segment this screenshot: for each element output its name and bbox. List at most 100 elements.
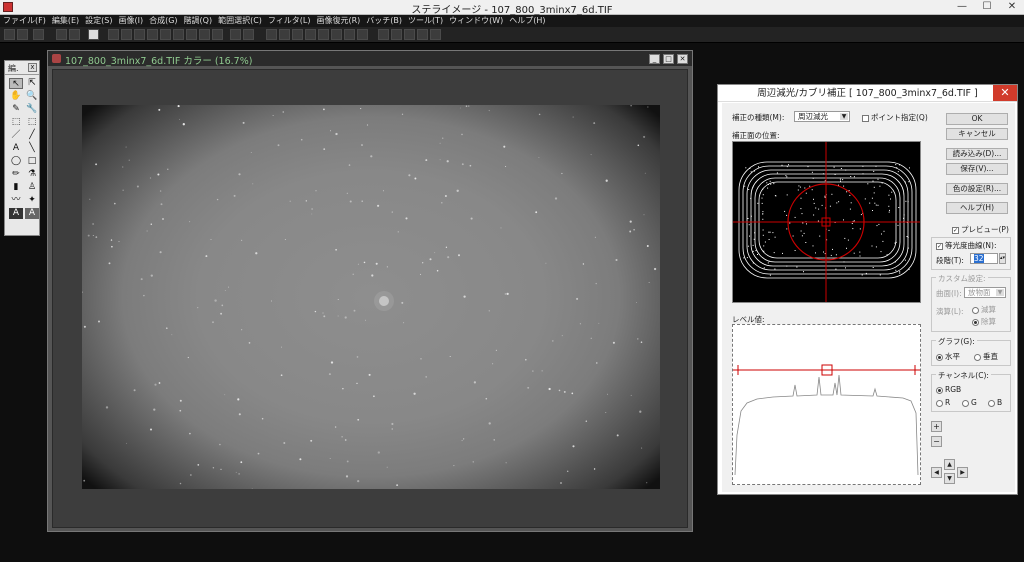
- cancel-button[interactable]: キャンセル: [946, 128, 1008, 140]
- arrow-down-button[interactable]: ▼: [944, 473, 955, 484]
- toolbar-button[interactable]: [417, 29, 428, 40]
- toolbar-button[interactable]: [134, 29, 145, 40]
- tool-palette-close-button[interactable]: x: [28, 63, 37, 72]
- toolbar-button[interactable]: [121, 29, 132, 40]
- toolbar-button[interactable]: [305, 29, 316, 40]
- ellipse-tool-icon[interactable]: ◯: [9, 156, 23, 167]
- steps-input[interactable]: 32: [970, 253, 998, 264]
- diagonal-line-tool-icon[interactable]: ╲: [25, 143, 39, 154]
- dialog-close-button[interactable]: ✕: [993, 85, 1017, 101]
- isophote-checkbox[interactable]: ✓ 等光度曲線(N):: [936, 240, 997, 251]
- toolbar-button[interactable]: [292, 29, 303, 40]
- stamp-tool-icon[interactable]: ♙: [25, 182, 39, 193]
- menu-image[interactable]: 画像(I): [115, 15, 146, 27]
- graph-vertical-radio[interactable]: 垂直: [974, 351, 998, 362]
- bar-tool-icon[interactable]: ▮: [9, 182, 23, 193]
- move-tool-icon[interactable]: ⇱: [25, 78, 39, 89]
- color-settings-button[interactable]: 色の設定(R)...: [946, 183, 1008, 195]
- minus-button[interactable]: −: [931, 436, 942, 447]
- channel-r-radio[interactable]: R: [936, 398, 950, 407]
- level-graph[interactable]: [732, 324, 921, 485]
- ok-button[interactable]: OK: [946, 113, 1008, 125]
- astro-image[interactable]: [82, 105, 660, 489]
- channel-g-radio[interactable]: G: [962, 398, 977, 407]
- minimize-button[interactable]: —: [950, 0, 974, 14]
- arrow-left-button[interactable]: ◀: [931, 467, 942, 478]
- bucket-tool-icon[interactable]: ⚗: [25, 169, 39, 180]
- toolbar-button[interactable]: [318, 29, 329, 40]
- toolbar-button[interactable]: [404, 29, 415, 40]
- info-icon[interactable]: [88, 29, 99, 40]
- menu-help[interactable]: ヘルプ(H): [506, 15, 548, 27]
- menu-filter[interactable]: フィルタ(L): [265, 15, 314, 27]
- calc-subtract-radio[interactable]: 減算: [972, 304, 996, 315]
- menu-window[interactable]: ウィンドウ(W): [446, 15, 506, 27]
- pencil-tool-icon[interactable]: ✏: [9, 169, 23, 180]
- toolbar-button[interactable]: [173, 29, 184, 40]
- hand-tool-icon[interactable]: ✋: [9, 91, 23, 102]
- menu-settings[interactable]: 設定(S): [82, 15, 115, 27]
- toolbar-button[interactable]: [378, 29, 389, 40]
- surface-select[interactable]: 放物面 ▼: [964, 287, 1006, 298]
- toolbar-button[interactable]: [279, 29, 290, 40]
- toolbar-button[interactable]: [230, 29, 241, 40]
- toolbar-button[interactable]: [344, 29, 355, 40]
- toolbar-button[interactable]: [266, 29, 277, 40]
- toolbar-button[interactable]: [69, 29, 80, 40]
- toolbar-button[interactable]: [33, 29, 44, 40]
- toolbar-button[interactable]: [147, 29, 158, 40]
- zoom-tool-icon[interactable]: 🔍: [25, 91, 39, 102]
- toolbar-button[interactable]: [331, 29, 342, 40]
- image-maximize-button[interactable]: □: [663, 54, 674, 64]
- toolbar-button[interactable]: [17, 29, 28, 40]
- toolbar-button[interactable]: [430, 29, 441, 40]
- line-tool-icon[interactable]: ／: [9, 130, 23, 141]
- arrow-up-button[interactable]: ▲: [944, 459, 955, 470]
- correction-type-select[interactable]: 周辺減光 ▼: [794, 111, 850, 122]
- toolbar-button[interactable]: [160, 29, 171, 40]
- menu-composite[interactable]: 合成(G): [146, 15, 180, 27]
- toolbar-button[interactable]: [199, 29, 210, 40]
- crop-tool-icon[interactable]: ⬚: [9, 117, 23, 128]
- point-spec-checkbox[interactable]: ポイント指定(Q): [862, 112, 928, 123]
- menu-tools[interactable]: ツール(T): [405, 15, 446, 27]
- maximize-button[interactable]: ☐: [975, 0, 999, 14]
- marquee-tool-icon[interactable]: ⬚: [25, 117, 39, 128]
- steps-spinner[interactable]: ▴▾: [999, 253, 1006, 264]
- toolbar-button[interactable]: [357, 29, 368, 40]
- select-tool-icon[interactable]: ↖: [9, 78, 23, 89]
- correction-plane-preview[interactable]: [732, 141, 921, 303]
- wrench-tool-icon[interactable]: 🔧: [25, 104, 39, 115]
- save-button[interactable]: 保存(V)...: [946, 163, 1008, 175]
- toolbar-button[interactable]: [56, 29, 67, 40]
- graph-horizontal-radio[interactable]: 水平: [936, 351, 960, 362]
- calc-divide-radio[interactable]: 除算: [972, 316, 996, 327]
- line2-tool-icon[interactable]: ╱: [25, 130, 39, 141]
- menu-range-select[interactable]: 範囲選択(C): [215, 15, 265, 27]
- channel-b-radio[interactable]: B: [988, 398, 1002, 407]
- toolbar-button[interactable]: [108, 29, 119, 40]
- menu-restore[interactable]: 画像復元(R): [313, 15, 363, 27]
- toolbar-button[interactable]: [186, 29, 197, 40]
- eyedropper-tool-icon[interactable]: ✎: [9, 104, 23, 115]
- toolbar-button[interactable]: [212, 29, 223, 40]
- text-tool-icon[interactable]: A: [9, 143, 23, 154]
- rectangle-tool-icon[interactable]: □: [25, 156, 39, 167]
- load-button[interactable]: 読み込み(D)...: [946, 148, 1008, 160]
- help-button[interactable]: ヘルプ(H): [946, 202, 1008, 214]
- image-minimize-button[interactable]: _: [649, 54, 660, 64]
- menu-tone[interactable]: 階調(Q): [181, 15, 216, 27]
- plus-button[interactable]: +: [931, 421, 942, 432]
- arrow-right-button[interactable]: ▶: [957, 467, 968, 478]
- close-button[interactable]: ✕: [1000, 0, 1024, 14]
- toolbar-button[interactable]: [4, 29, 15, 40]
- text-box-tool-icon[interactable]: A: [9, 208, 23, 219]
- toolbar-button[interactable]: [391, 29, 402, 40]
- toolbar-button[interactable]: [243, 29, 254, 40]
- menu-file[interactable]: ファイル(F): [0, 15, 49, 27]
- preview-checkbox[interactable]: ✓ プレビュー(P): [952, 224, 1009, 235]
- channel-rgb-radio[interactable]: RGB: [936, 385, 961, 394]
- star-tool-icon[interactable]: ✦: [25, 195, 39, 206]
- curve-tool-icon[interactable]: 〰: [9, 195, 23, 206]
- image-close-button[interactable]: ✕: [677, 54, 688, 64]
